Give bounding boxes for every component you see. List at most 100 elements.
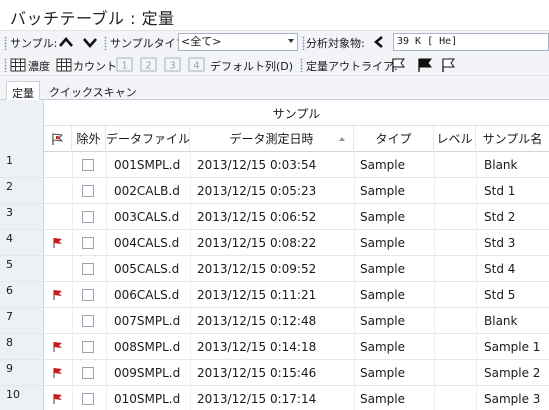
- column-header-exclude[interactable]: 除外: [72, 126, 106, 152]
- row-number[interactable]: 5: [6, 258, 13, 271]
- column-header-level[interactable]: レベル: [434, 126, 476, 152]
- outlier-flag-clear-button[interactable]: [440, 57, 458, 76]
- cell-acq-time[interactable]: 2013/12/15 0:05:23: [197, 178, 316, 204]
- column-set-4-button[interactable]: 4: [188, 57, 206, 76]
- exclude-checkbox[interactable]: [82, 159, 94, 171]
- table-row[interactable]: 5 005CALS.d 2013/12/15 0:09:52 Sample Std 4: [0, 256, 549, 282]
- cell-data-file[interactable]: 008SMPL.d: [114, 334, 180, 360]
- column-header-acq-time[interactable]: データ測定日時: [190, 126, 354, 152]
- previous-sample-button[interactable]: [58, 35, 74, 52]
- cell-sample-name[interactable]: Sample 3: [484, 386, 540, 410]
- outlier-flag-icon[interactable]: [52, 367, 64, 382]
- table-row[interactable]: 6 006CALS.d 2013/12/15 0:11:21 Sample Std 5: [0, 282, 549, 308]
- column-header-type[interactable]: タイプ: [354, 126, 434, 152]
- cell-sample-name[interactable]: Std 2: [484, 204, 515, 230]
- exclude-checkbox[interactable]: [82, 185, 94, 197]
- outlier-flag-filled-button[interactable]: [416, 57, 434, 76]
- toolbar-grip[interactable]: [300, 58, 303, 72]
- cell-type[interactable]: Sample: [360, 178, 405, 204]
- table-row[interactable]: 1 001SMPL.d 2013/12/15 0:03:54 Sample Blank: [0, 152, 549, 178]
- outlier-flag-icon[interactable]: [52, 393, 64, 408]
- exclude-checkbox[interactable]: [82, 341, 94, 353]
- concentration-view-label[interactable]: 濃度: [28, 58, 50, 74]
- cell-data-file[interactable]: 005CALS.d: [114, 256, 179, 282]
- cell-acq-time[interactable]: 2013/12/15 0:09:52: [197, 256, 316, 282]
- table-row[interactable]: 7 007SMPL.d 2013/12/15 0:12:48 Sample Blank: [0, 308, 549, 334]
- cell-acq-time[interactable]: 2013/12/15 0:08:22: [197, 230, 316, 256]
- table-row[interactable]: 10 010SMPL.d 2013/12/15 0:17:14 Sample Sampl…: [0, 386, 549, 410]
- cell-acq-time[interactable]: 2013/12/15 0:14:18: [197, 334, 316, 360]
- next-sample-button[interactable]: [82, 35, 98, 52]
- row-number[interactable]: 10: [6, 388, 20, 401]
- column-header-sample-name[interactable]: サンプル名: [476, 126, 549, 152]
- cell-type[interactable]: Sample: [360, 334, 405, 360]
- cell-data-file[interactable]: 009SMPL.d: [114, 360, 180, 386]
- count-view-button[interactable]: [56, 58, 72, 75]
- concentration-view-button[interactable]: [10, 58, 26, 75]
- cell-sample-name[interactable]: Std 3: [484, 230, 515, 256]
- exclude-checkbox[interactable]: [82, 289, 94, 301]
- row-number[interactable]: 1: [6, 154, 13, 167]
- table-row[interactable]: 4 004CALS.d 2013/12/15 0:08:22 Sample Std 3: [0, 230, 549, 256]
- column-set-2-button[interactable]: 2: [140, 57, 158, 76]
- cell-type[interactable]: Sample: [360, 386, 405, 410]
- table-row[interactable]: 8 008SMPL.d 2013/12/15 0:14:18 Sample Sample…: [0, 334, 549, 360]
- row-number[interactable]: 2: [6, 180, 13, 193]
- row-number[interactable]: 9: [6, 362, 13, 375]
- outlier-flag-icon[interactable]: [52, 341, 64, 356]
- outlier-flag-icon[interactable]: [52, 237, 64, 252]
- cell-acq-time[interactable]: 2013/12/15 0:15:46: [197, 360, 316, 386]
- cell-type[interactable]: Sample: [360, 282, 405, 308]
- cell-sample-name[interactable]: Blank: [484, 308, 517, 334]
- row-number[interactable]: 8: [6, 336, 13, 349]
- tab-quantitation[interactable]: 定量: [6, 81, 40, 100]
- cell-data-file[interactable]: 003CALS.d: [114, 204, 179, 230]
- table-row[interactable]: 9 009SMPL.d 2013/12/15 0:15:46 Sample Sample…: [0, 360, 549, 386]
- cell-type[interactable]: Sample: [360, 204, 405, 230]
- analyte-field[interactable]: 39 K [ He]: [393, 33, 549, 51]
- row-number[interactable]: 4: [6, 232, 13, 245]
- cell-sample-name[interactable]: Blank: [484, 152, 517, 178]
- cell-sample-name[interactable]: Std 4: [484, 256, 515, 282]
- outlier-flag-icon[interactable]: [52, 289, 64, 304]
- cell-type[interactable]: Sample: [360, 230, 405, 256]
- default-columns-button[interactable]: デフォルト列(D): [210, 58, 293, 74]
- cell-type[interactable]: Sample: [360, 308, 405, 334]
- cell-data-file[interactable]: 004CALS.d: [114, 230, 179, 256]
- column-header-outlier-flag[interactable]: [44, 126, 72, 152]
- tab-quick-scan[interactable]: クイックスキャン: [44, 81, 142, 100]
- column-set-3-button[interactable]: 3: [164, 57, 182, 76]
- cell-acq-time[interactable]: 2013/12/15 0:03:54: [197, 152, 316, 178]
- cell-sample-name[interactable]: Std 1: [484, 178, 515, 204]
- cell-data-file[interactable]: 001SMPL.d: [114, 152, 180, 178]
- toolbar-grip[interactable]: [4, 58, 7, 72]
- count-view-label[interactable]: カウント: [73, 58, 117, 74]
- cell-type[interactable]: Sample: [360, 256, 405, 282]
- exclude-checkbox[interactable]: [82, 211, 94, 223]
- cell-sample-name[interactable]: Sample 2: [484, 360, 540, 386]
- cell-acq-time[interactable]: 2013/12/15 0:06:52: [197, 204, 316, 230]
- cell-data-file[interactable]: 007SMPL.d: [114, 308, 180, 334]
- exclude-checkbox[interactable]: [82, 263, 94, 275]
- outlier-flag-outline-button[interactable]: [390, 57, 408, 76]
- cell-sample-name[interactable]: Std 5: [484, 282, 515, 308]
- cell-acq-time[interactable]: 2013/12/15 0:12:48: [197, 308, 316, 334]
- toolbar-grip[interactable]: [302, 36, 305, 50]
- table-row[interactable]: 2 002CALB.d 2013/12/15 0:05:23 Sample Std 1: [0, 178, 549, 204]
- cell-data-file[interactable]: 002CALB.d: [114, 178, 180, 204]
- exclude-checkbox[interactable]: [82, 393, 94, 405]
- toolbar-grip[interactable]: [104, 36, 107, 50]
- sample-type-dropdown[interactable]: <全て>: [178, 33, 298, 51]
- toolbar-grip[interactable]: [4, 36, 7, 50]
- column-header-data-file[interactable]: データファイル: [106, 126, 190, 152]
- exclude-checkbox[interactable]: [82, 315, 94, 327]
- cell-data-file[interactable]: 010SMPL.d: [114, 386, 180, 410]
- row-number[interactable]: 6: [6, 284, 13, 297]
- column-set-1-button[interactable]: 1: [116, 57, 134, 76]
- row-number[interactable]: 3: [6, 206, 13, 219]
- cell-sample-name[interactable]: Sample 1: [484, 334, 540, 360]
- exclude-checkbox[interactable]: [82, 367, 94, 379]
- cell-acq-time[interactable]: 2013/12/15 0:11:21: [197, 282, 316, 308]
- row-number[interactable]: 7: [6, 310, 13, 323]
- cell-data-file[interactable]: 006CALS.d: [114, 282, 179, 308]
